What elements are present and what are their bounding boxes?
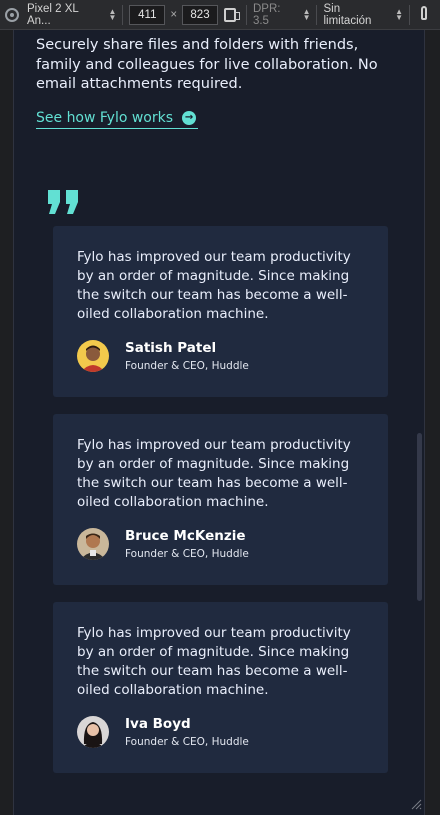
testimonial-quote: Fylo has improved our team productivity … (77, 625, 351, 698)
testimonial-author-role: Founder & CEO, Huddle (125, 548, 249, 560)
testimonial-author-name: Iva Boyd (125, 716, 191, 732)
chrome-icon (5, 7, 19, 22)
see-how-link-label: See how Fylo works (36, 109, 174, 126)
testimonial-card: Fylo has improved our team productivity … (53, 602, 388, 773)
devtools-device-toolbar: Pixel 2 XL An... ▲ ▼ 411 × 823 DPR: 3.5 ▲… (0, 0, 440, 30)
avatar (77, 716, 109, 748)
dimension-separator: × (170, 8, 178, 21)
dpr-label: DPR: 3.5 (252, 2, 281, 27)
select-arrows-icon: ▲ ▼ (302, 6, 311, 22)
see-how-link[interactable]: See how Fylo works → (36, 107, 199, 129)
throttle-label: Sin limitación (323, 2, 372, 27)
viewport-width-input[interactable]: 411 (129, 4, 166, 25)
select-arrows-icon: ▲ ▼ (395, 6, 404, 22)
testimonial-card: Fylo has improved our team productivity … (53, 414, 388, 585)
testimonial-quote: Fylo has improved our team productivity … (77, 249, 351, 322)
touch-icon[interactable] (416, 5, 432, 24)
testimonial-author-name: Bruce McKenzie (125, 528, 246, 544)
arrow-right-icon: → (182, 110, 197, 125)
viewport-height-input[interactable]: 823 (182, 4, 218, 25)
toolbar-divider (122, 4, 124, 25)
intro-paragraph: Securely share files and folders with fr… (36, 37, 378, 92)
select-arrows-icon: ▲ ▼ (108, 6, 117, 22)
testimonial-quote: Fylo has improved our team productivity … (77, 437, 351, 510)
device-select-label: Pixel 2 XL An... (26, 2, 79, 27)
quote-icon (48, 190, 78, 214)
page-viewport: Securely share files and folders with fr… (13, 30, 425, 815)
dpr-select[interactable]: DPR: 3.5 ▲ ▼ (253, 3, 311, 27)
testimonial-author-role: Founder & CEO, Huddle (125, 736, 249, 748)
toolbar-divider (409, 4, 411, 25)
testimonial-author-name: Satish Patel (125, 340, 217, 356)
device-select[interactable]: Pixel 2 XL An... ▲ ▼ (27, 3, 116, 27)
scrollbar-thumb[interactable] (417, 433, 422, 601)
avatar (77, 528, 109, 560)
throttle-select[interactable]: Sin limitación ▲ ▼ (323, 3, 403, 27)
toolbar-divider (316, 4, 318, 25)
resize-handle-icon[interactable] (410, 798, 422, 810)
testimonial-author-role: Founder & CEO, Huddle (125, 360, 249, 372)
toolbar-divider (245, 4, 247, 25)
avatar (77, 340, 109, 372)
rotate-icon[interactable] (223, 7, 240, 22)
testimonial-card: Fylo has improved our team productivity … (53, 226, 388, 397)
